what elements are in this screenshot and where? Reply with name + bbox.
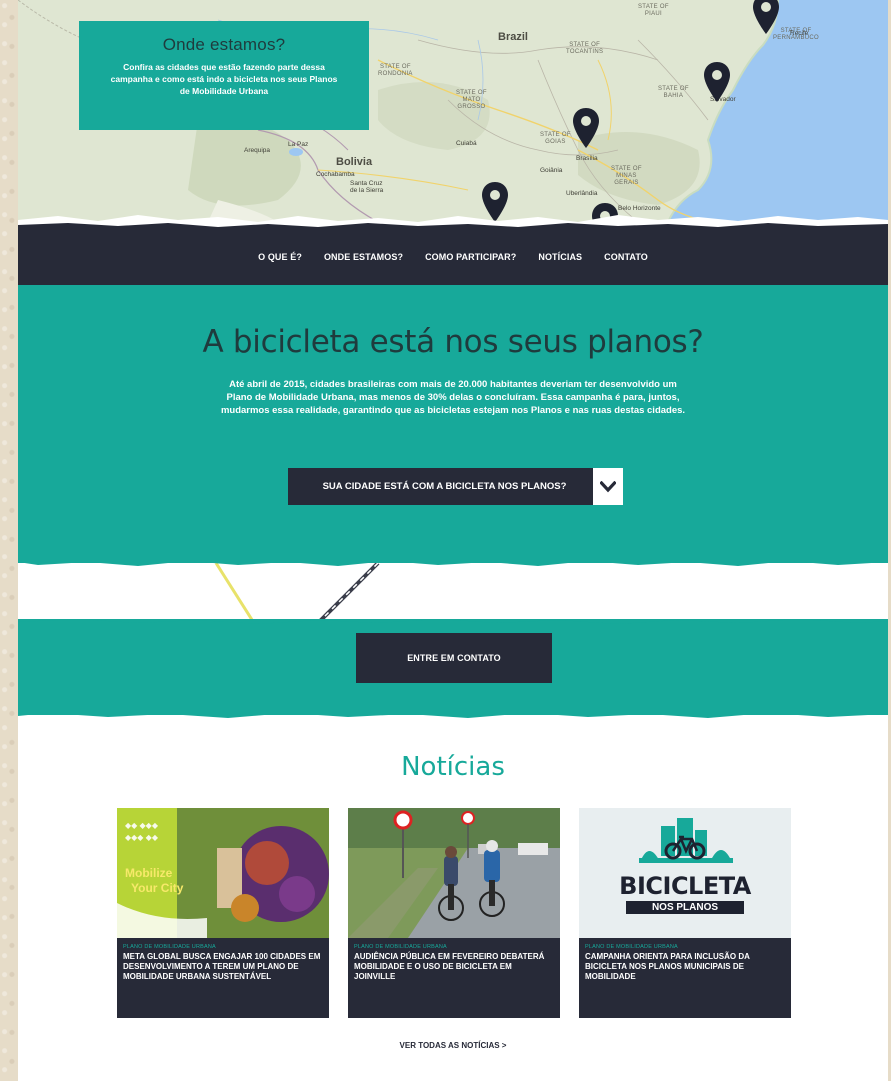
hero-section: A bicicleta está nos seus planos? Até ab… (18, 285, 888, 563)
map-pin-icon[interactable] (572, 108, 600, 148)
map-label-state: STATE OF BAHIA (658, 86, 689, 99)
svg-text:◆◆ ◆◆◆: ◆◆ ◆◆◆ (125, 821, 159, 830)
torn-edge (18, 709, 888, 718)
nav-item-noticias[interactable]: NOTÍCIAS (538, 252, 582, 262)
news-card[interactable]: PLANO DE MOBILIDADE URBANA AUDIÊNCIA PÚB… (348, 808, 560, 1018)
nav-item-como-participar[interactable]: COMO PARTICIPAR? (425, 252, 516, 262)
news-card-image[interactable]: BICICLETA NOS PLANOS (579, 808, 791, 938)
news-card-image[interactable] (348, 808, 560, 938)
news-title: Notícias (401, 752, 505, 782)
map-label-city: Brasília (576, 155, 598, 162)
nav-item-onde-estamos[interactable]: ONDE ESTAMOS? (324, 252, 403, 262)
map-label-city: Recife (790, 30, 809, 37)
map-label-state: STATE OF PIAUI (638, 4, 669, 17)
news-card-image[interactable]: ◆◆ ◆◆◆ ◆◆◆ ◆◆ Mobilize Your City (117, 808, 329, 938)
city-select-dropdown[interactable]: SUA CIDADE ESTÁ COM A BICICLETA NOS PLAN… (288, 468, 623, 505)
map-label-bolivia: Bolivia (336, 156, 373, 168)
road-illustration (18, 563, 888, 623)
map-label-brazil: Brazil (498, 31, 528, 43)
city-select-label: SUA CIDADE ESTÁ COM A BICICLETA NOS PLAN… (322, 481, 567, 492)
nav-item-o-que-e[interactable]: O QUE É? (258, 252, 302, 262)
news-card-title[interactable]: META GLOBAL BUSCA ENGAJAR 100 CIDADES EM… (123, 952, 323, 982)
news-card-tag: PLANO DE MOBILIDADE URBANA (585, 944, 678, 950)
map-label-state: STATE OF TOCANTINS (566, 42, 604, 55)
news-card-title[interactable]: AUDIÊNCIA PÚBLICA EM FEVEREIRO DEBATERÁ … (354, 952, 554, 982)
map-label-city: Goiânia (540, 167, 563, 174)
main-nav: O QUE É? ONDE ESTAMOS? COMO PARTICIPAR? … (18, 228, 888, 285)
map-label-city: Uberlândia (566, 190, 598, 197)
map-label-state: STATE OF GOIAS (540, 132, 571, 145)
map-pin-icon[interactable] (752, 0, 780, 34)
torn-edge (18, 619, 888, 626)
news-card-tag: PLANO DE MOBILIDADE URBANA (354, 944, 447, 950)
map-label-city: Belo Horizonte (618, 205, 661, 212)
page: Brazil Bolivia STATE OF PIAUI STATE OF T… (18, 0, 888, 1081)
map-label-state: STATE OF RONDONIA (378, 64, 413, 77)
where-title: Onde estamos? (162, 35, 286, 54)
card-image-text: Mobilize (125, 866, 173, 880)
card-image-text: BICICLETA (619, 872, 751, 900)
contact-button[interactable]: ENTRE EM CONTATO (356, 633, 552, 683)
contact-section: ENTRE EM CONTATO (18, 619, 888, 715)
nav-item-contato[interactable]: CONTATO (604, 252, 648, 262)
news-card[interactable]: ◆◆ ◆◆◆ ◆◆◆ ◆◆ Mobilize Your City PLANO D… (117, 808, 329, 1018)
svg-text:◆◆◆ ◆◆: ◆◆◆ ◆◆ (125, 833, 159, 842)
map-label-state: STATE OF MATO GROSSO (456, 90, 487, 110)
chevron-down-icon[interactable] (593, 468, 623, 505)
map-label-city: Cochabamba (316, 171, 355, 178)
news-card-title[interactable]: CAMPANHA ORIENTA PARA INCLUSÃO DA BICICL… (585, 952, 785, 982)
news-card[interactable]: BICICLETA NOS PLANOS PLANO DE MOBILIDADE… (579, 808, 791, 1018)
hero-text: Até abril de 2015, cidades brasileiras c… (220, 379, 686, 416)
map[interactable]: Brazil Bolivia STATE OF PIAUI STATE OF T… (18, 0, 888, 222)
torn-edge (18, 556, 888, 566)
map-label-city: Santa Cruz de la Sierra (350, 180, 384, 194)
see-all-news-link[interactable]: VER TODAS AS NOTÍCIAS > (18, 1041, 888, 1050)
map-label-city: Arequipa (244, 147, 271, 154)
card-image-text: NOS PLANOS (626, 901, 744, 914)
where-info-box: Onde estamos? Confira as cidades que est… (79, 21, 369, 130)
map-pin-icon[interactable] (703, 62, 731, 102)
map-label-state: STATE OF MINAS GERAIS (611, 166, 642, 186)
card-image-text: Your City (131, 881, 184, 895)
map-label-city: Cuiabá (456, 140, 477, 147)
news-card-tag: PLANO DE MOBILIDADE URBANA (123, 944, 216, 950)
bicycle-icon (664, 835, 706, 860)
map-label-city: La Paz (288, 141, 309, 148)
where-text: Confira as cidades que estão fazendo par… (110, 62, 338, 96)
hero-title: A bicicleta está nos seus planos? (202, 324, 704, 360)
